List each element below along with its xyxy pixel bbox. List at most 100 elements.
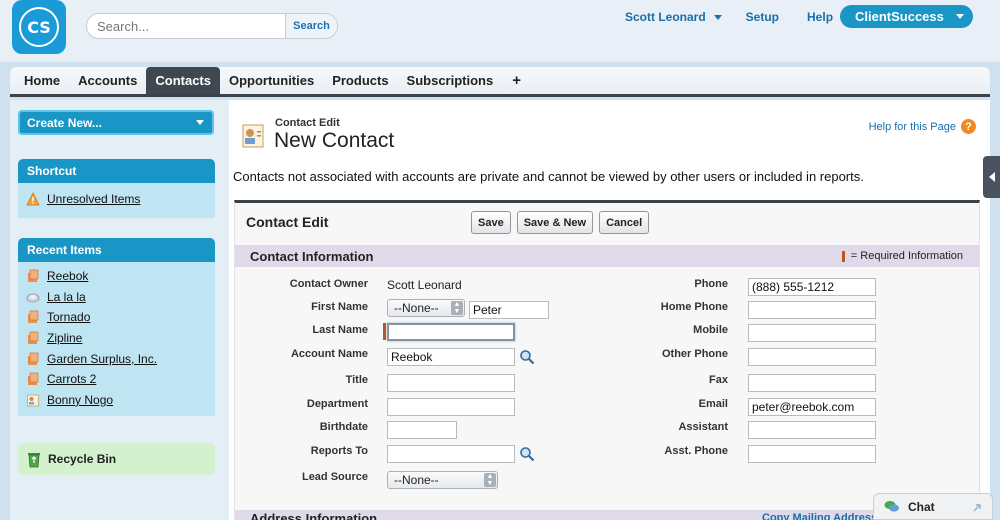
tab-subscriptions[interactable]: Subscriptions	[398, 67, 503, 94]
reports-to-field[interactable]	[387, 445, 515, 463]
shortcut-unresolved-items[interactable]: Unresolved Items	[47, 192, 140, 206]
save-and-new-button[interactable]: Save & New	[516, 211, 594, 234]
list-item: La la la	[26, 287, 215, 308]
create-new-label: Create New...	[27, 115, 102, 130]
home-phone-field[interactable]	[748, 301, 876, 319]
tab-bar: Home Accounts Contacts Opportunities Pro…	[10, 67, 990, 97]
recent-item-reebok[interactable]: Reebok	[47, 269, 88, 283]
tab-home[interactable]: Home	[15, 67, 69, 94]
recent-item-garden-surplus[interactable]: Garden Surplus, Inc.	[47, 352, 157, 366]
chat-label: Chat	[908, 499, 935, 514]
tab-contacts[interactable]: Contacts	[146, 67, 220, 94]
required-legend: = Required Information	[841, 250, 963, 262]
email-field[interactable]: peter@reebok.com	[748, 398, 876, 416]
mobile-field[interactable]	[748, 324, 876, 342]
list-item: Garden Surplus, Inc.	[26, 348, 215, 369]
help-for-page[interactable]: Help for this Page ?	[869, 119, 976, 134]
cancel-button[interactable]: Cancel	[599, 211, 650, 234]
salutation-select[interactable]: --None-- ▲ ▼	[387, 299, 465, 317]
case-icon	[26, 293, 40, 303]
last-name-field[interactable]	[387, 323, 515, 341]
account-icon	[28, 269, 39, 283]
fax-field[interactable]	[748, 374, 876, 392]
chat-widget[interactable]: Chat	[873, 493, 993, 520]
list-item: Carrots 2	[26, 369, 215, 390]
copy-mailing-address-link[interactable]: Copy Mailing Address	[762, 512, 877, 520]
help-link-label: Help for this Page	[868, 120, 956, 133]
sidebar-toggle-tab[interactable]	[983, 156, 1000, 198]
top-links: Scott Leonard Setup Help	[625, 10, 833, 24]
tab-products[interactable]: Products	[323, 67, 397, 94]
recent-item-carrots-2[interactable]: Carrots 2	[47, 372, 96, 386]
search-input[interactable]	[87, 14, 285, 38]
label-title: Title	[345, 374, 368, 386]
user-menu[interactable]: Scott Leonard	[625, 10, 722, 24]
account-lookup-icon[interactable]	[519, 349, 535, 365]
lead-source-value: --None--	[394, 473, 439, 487]
section-title: Address Information	[250, 511, 378, 520]
app-switcher[interactable]: ClientSuccess	[840, 5, 973, 28]
phone-field[interactable]: (888) 555-1212	[748, 278, 876, 296]
recycle-bin[interactable]: Recycle Bin	[18, 443, 215, 475]
recent-items-title: Recent Items	[18, 238, 215, 262]
label-birthdate: Birthdate	[319, 421, 368, 433]
label-other-phone: Other Phone	[661, 348, 728, 360]
label-last-name: Last Name	[312, 324, 368, 336]
help-icon: ?	[961, 119, 976, 134]
clientsuccess-logo[interactable]: CS	[12, 0, 66, 54]
contact-page-icon	[242, 124, 264, 148]
shortcut-panel: Shortcut Unresolved Items	[18, 159, 215, 218]
label-asst-phone: Asst. Phone	[664, 445, 728, 457]
other-phone-field[interactable]	[748, 348, 876, 366]
contact-owner-value: Scott Leonard	[387, 278, 462, 292]
help-link[interactable]: Help	[807, 10, 833, 24]
contact-edit-block: Contact Edit Save Save & New Cancel Cont…	[234, 200, 980, 520]
save-button[interactable]: Save	[471, 211, 511, 234]
salutation-value: --None--	[394, 301, 439, 315]
lead-source-select[interactable]: --None-- ▲ ▼	[387, 471, 498, 489]
contact-information-header: Contact Information = Required Informati…	[235, 245, 979, 267]
chat-icon	[884, 500, 899, 512]
label-home-phone: Home Phone	[660, 301, 728, 313]
private-contact-notice: Contacts not associated with accounts ar…	[233, 169, 864, 184]
reports-to-lookup-icon[interactable]	[519, 446, 535, 462]
department-field[interactable]	[387, 398, 515, 416]
label-fax: Fax	[709, 374, 728, 386]
required-marker	[383, 323, 386, 340]
contact-icon	[27, 394, 39, 407]
block-header: Contact Edit Save Save & New Cancel	[235, 203, 979, 240]
address-information-header: Address Information Copy Mailing Address	[235, 510, 979, 520]
account-icon	[28, 372, 39, 386]
recent-item-bonny-nogo[interactable]: Bonny Nogo	[47, 393, 113, 407]
app-switcher-label: ClientSuccess	[855, 9, 944, 24]
title-field[interactable]	[387, 374, 515, 392]
recent-items-panel: Recent Items Reebok La la la Tornado Zip…	[18, 238, 215, 417]
tab-all-tabs[interactable]: +	[502, 67, 531, 94]
label-reports-to: Reports To	[310, 445, 368, 457]
list-item: Bonny Nogo	[26, 390, 215, 411]
recent-item-zipline[interactable]: Zipline	[47, 331, 82, 345]
tab-accounts[interactable]: Accounts	[69, 67, 146, 94]
user-name: Scott Leonard	[625, 10, 706, 24]
assistant-field[interactable]	[748, 421, 876, 439]
label-contact-owner: Contact Owner	[289, 278, 368, 290]
account-name-field[interactable]: Reebok	[387, 348, 515, 366]
recent-item-la-la-la[interactable]: La la la	[47, 290, 86, 304]
birthdate-field[interactable]	[387, 421, 457, 439]
create-new-button[interactable]: Create New...	[18, 110, 214, 135]
recycle-bin-icon	[28, 453, 40, 468]
setup-link[interactable]: Setup	[746, 10, 779, 24]
list-item: Unresolved Items	[26, 189, 215, 210]
first-name-field[interactable]: Peter	[469, 301, 549, 319]
expand-icon	[973, 504, 981, 512]
asst-phone-field[interactable]	[748, 445, 876, 463]
list-item: Tornado	[26, 307, 215, 328]
shortcut-title: Shortcut	[18, 159, 215, 183]
section-title: Contact Information	[250, 248, 374, 264]
recent-item-tornado[interactable]: Tornado	[47, 310, 90, 324]
account-icon	[28, 311, 39, 324]
search-button[interactable]: Search	[285, 14, 337, 38]
search-box: Search	[86, 13, 338, 39]
label-email: Email	[698, 398, 728, 410]
tab-opportunities[interactable]: Opportunities	[220, 67, 323, 94]
